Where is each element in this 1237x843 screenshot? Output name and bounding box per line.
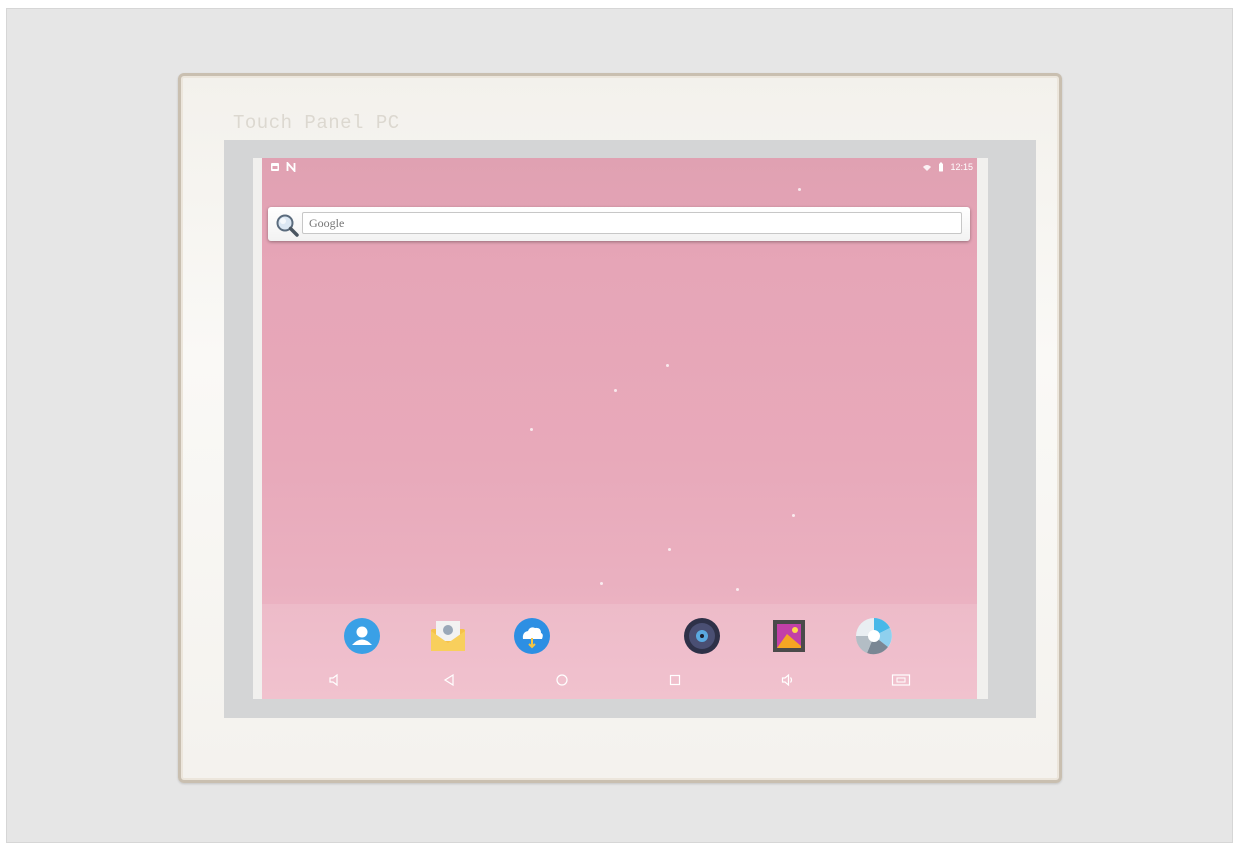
brand-label: Touch Panel PC	[233, 112, 400, 134]
back-icon	[442, 673, 456, 692]
home-button[interactable]	[551, 673, 573, 692]
gallery-app[interactable]	[769, 618, 809, 658]
wallpaper-speck	[736, 588, 739, 591]
recents-icon	[668, 673, 682, 692]
recents-button[interactable]	[664, 674, 686, 690]
back-button[interactable]	[438, 673, 460, 692]
volume-down-icon	[328, 673, 342, 692]
status-bar-system: 12:15	[922, 162, 973, 172]
music-app[interactable]	[682, 617, 722, 660]
android-home-screen: 12:15	[262, 158, 977, 699]
gallery-icon	[771, 618, 807, 659]
home-icon	[555, 673, 569, 692]
battery-icon	[936, 162, 946, 172]
status-time: 12:15	[950, 162, 973, 172]
n-notification-icon	[286, 160, 296, 174]
status-bar: 12:15	[262, 158, 977, 178]
wallpaper-speck	[666, 364, 669, 367]
search-input[interactable]	[302, 212, 962, 234]
app-dock	[262, 604, 977, 699]
cloud-download-icon	[513, 617, 551, 660]
wallpaper-speck	[600, 582, 603, 585]
gallery-notification-icon	[270, 162, 280, 172]
search-icon[interactable]	[274, 212, 300, 238]
contacts-app[interactable]	[342, 617, 382, 660]
wallpaper-speck	[614, 389, 617, 392]
music-icon	[683, 617, 721, 660]
camera-icon	[855, 617, 893, 660]
volume-up-button[interactable]	[777, 673, 799, 692]
email-app[interactable]	[428, 618, 468, 658]
volume-up-icon	[781, 673, 795, 692]
wallpaper-speck	[668, 548, 671, 551]
wallpaper-speck	[798, 188, 801, 191]
screenshot-button[interactable]	[890, 673, 912, 692]
status-bar-notifications	[270, 160, 296, 174]
email-icon	[428, 617, 468, 660]
wallpaper-speck	[792, 514, 795, 517]
google-search-widget[interactable]	[268, 207, 970, 241]
cloud-download-app[interactable]	[512, 617, 552, 660]
volume-down-button[interactable]	[324, 673, 346, 692]
contacts-icon	[343, 617, 381, 660]
camera-app[interactable]	[854, 617, 894, 660]
wallpaper-speck	[530, 428, 533, 431]
wifi-icon	[922, 162, 932, 172]
screenshot-icon	[891, 673, 911, 692]
